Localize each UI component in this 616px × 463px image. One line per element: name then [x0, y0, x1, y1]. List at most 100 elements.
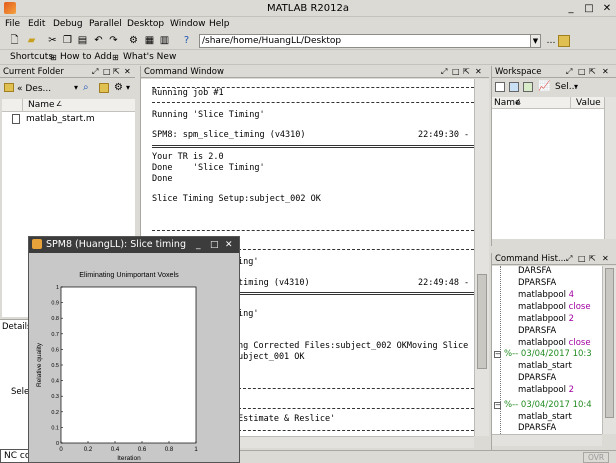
- close-icon[interactable]: ✕: [225, 238, 233, 252]
- history-session-header[interactable]: %-- 03/04/2017 10:3: [504, 349, 592, 360]
- history-text: matlab_start: [518, 412, 572, 422]
- history-item[interactable]: matlabpool close: [518, 338, 591, 349]
- plot-select-icon[interactable]: 📈: [538, 81, 550, 92]
- location-dropdown-icon[interactable]: ▾: [74, 83, 78, 92]
- profiler-icon[interactable]: ▥: [158, 34, 171, 47]
- history-scrollbar[interactable]: [602, 266, 616, 434]
- browse-up-icon[interactable]: …: [545, 35, 557, 47]
- pane-max-icon[interactable]: ⇱: [589, 66, 596, 78]
- pane-max-icon[interactable]: ⇱: [113, 66, 120, 78]
- menu-desktop[interactable]: Desktop: [127, 17, 164, 32]
- pane-min-icon[interactable]: □: [578, 66, 586, 78]
- history-arg: close: [568, 302, 591, 312]
- new-file-icon[interactable]: 🗋: [8, 34, 21, 47]
- pane-min-icon[interactable]: □: [103, 66, 111, 78]
- y-tick-label: 0.3: [51, 394, 59, 400]
- menu-debug[interactable]: Debug: [53, 17, 83, 32]
- column-name-header[interactable]: Name: [28, 100, 55, 110]
- pane-min-icon[interactable]: □: [452, 66, 460, 78]
- history-item[interactable]: DPARSFA: [518, 326, 556, 337]
- open-variable-icon[interactable]: [509, 82, 519, 92]
- history-arg: 4: [568, 290, 575, 300]
- menu-help[interactable]: Help: [209, 17, 230, 32]
- menu-file[interactable]: File: [5, 17, 20, 32]
- pane-max-icon[interactable]: ⇱: [589, 253, 596, 265]
- search-icon[interactable]: ⌕: [83, 82, 89, 93]
- open-folder-icon[interactable]: ▰: [25, 34, 38, 47]
- paste-icon[interactable]: ▤: [76, 34, 89, 47]
- menu-parallel[interactable]: Parallel: [89, 17, 122, 32]
- menu-edit[interactable]: Edit: [28, 17, 45, 32]
- divider: [238, 408, 474, 409]
- minimize-icon[interactable]: _: [564, 2, 578, 15]
- pane-close-icon[interactable]: ✕: [124, 66, 131, 78]
- divider: [152, 230, 474, 231]
- import-data-icon[interactable]: [523, 82, 533, 92]
- pane-undock-icon[interactable]: ⤢: [566, 66, 572, 78]
- pane-min-icon[interactable]: □: [578, 253, 586, 265]
- select-dropdown-icon[interactable]: ▾: [574, 82, 578, 91]
- simulink-icon[interactable]: ⚙: [127, 34, 140, 47]
- y-tick-label: 0.5: [51, 363, 59, 369]
- history-item[interactable]: matlabpool 2: [518, 314, 574, 325]
- history-item[interactable]: matlab_start: [518, 361, 572, 372]
- folder-actions-gear-icon[interactable]: ⚙: [114, 82, 123, 93]
- actions-dropdown-icon[interactable]: ▾: [126, 83, 130, 92]
- command-scrollbar[interactable]: [474, 79, 489, 436]
- new-variable-icon[interactable]: [495, 82, 505, 92]
- scrollbar-thumb[interactable]: [477, 274, 487, 369]
- cut-icon[interactable]: ✂: [46, 34, 59, 47]
- collapse-icon[interactable]: −: [494, 402, 501, 409]
- copy-icon[interactable]: ❐: [61, 34, 74, 47]
- shortcuts-bar: Shortcuts ⊞ How to Add ⊞ What's New: [0, 50, 616, 65]
- path-dropdown-icon[interactable]: ▼: [530, 34, 541, 48]
- whats-new-icon: ⊞: [112, 53, 119, 62]
- maximize-icon[interactable]: □: [582, 2, 596, 15]
- guide-icon[interactable]: ▦: [143, 34, 156, 47]
- pane-max-icon[interactable]: ⇱: [463, 66, 470, 78]
- history-item[interactable]: matlabpool 4: [518, 290, 574, 301]
- scrollbar-thumb[interactable]: [605, 268, 614, 418]
- folder-location[interactable]: « Des...: [17, 84, 51, 94]
- pane-close-icon[interactable]: ✕: [602, 253, 609, 265]
- history-text: matlabpool: [518, 314, 566, 324]
- pane-close-icon[interactable]: ✕: [602, 66, 609, 78]
- maximize-icon[interactable]: □: [210, 238, 219, 252]
- browse-folder-icon[interactable]: [558, 35, 570, 47]
- history-item[interactable]: DPARSFA: [518, 423, 556, 434]
- history-item[interactable]: DPARSFA: [518, 278, 556, 289]
- divider: [238, 388, 474, 389]
- menu-window[interactable]: Window: [170, 17, 206, 32]
- whats-new-link[interactable]: What's New: [123, 52, 176, 62]
- history-item[interactable]: DPARSFA: [518, 373, 556, 384]
- close-icon[interactable]: ✕: [600, 2, 614, 15]
- pane-undock-icon[interactable]: ⤢: [92, 66, 98, 78]
- minimize-icon[interactable]: _: [196, 238, 201, 252]
- redo-icon[interactable]: ↷: [107, 34, 120, 47]
- divider: [238, 292, 474, 295]
- history-session-header[interactable]: %-- 03/04/2017 10:4: [504, 400, 592, 411]
- history-item[interactable]: DARSFA: [518, 266, 551, 277]
- history-item[interactable]: matlabpool close: [518, 302, 591, 313]
- history-item[interactable]: matlab_start: [518, 412, 572, 423]
- current-path-input[interactable]: /share/home/HuangLL/Desktop: [199, 34, 541, 48]
- shortcuts-label[interactable]: Shortcuts: [10, 52, 53, 62]
- spm-titlebar[interactable]: SPM8 (HuangLL): Slice timing _ □ ✕: [29, 237, 239, 253]
- history-item[interactable]: matlabpool 2: [518, 385, 574, 396]
- workspace-scrollbar[interactable]: [604, 97, 616, 239]
- pane-undock-icon[interactable]: ⤢: [441, 66, 447, 78]
- history-arg: 2: [568, 314, 575, 324]
- how-to-add-link[interactable]: How to Add: [60, 52, 112, 62]
- spm-window[interactable]: SPM8 (HuangLL): Slice timing _ □ ✕ Elimi…: [28, 236, 240, 463]
- pane-undock-icon[interactable]: ⤢: [566, 253, 572, 265]
- help-icon[interactable]: ?: [180, 34, 193, 47]
- undo-icon[interactable]: ↶: [92, 34, 105, 47]
- history-text: matlabpool: [518, 385, 566, 395]
- up-folder-icon[interactable]: [99, 83, 109, 93]
- collapse-icon[interactable]: −: [494, 351, 501, 358]
- history-hscrollbar[interactable]: [492, 434, 602, 446]
- y-tick-label: 0.8: [51, 316, 59, 322]
- column-value-header[interactable]: Value: [576, 98, 601, 108]
- pane-close-icon[interactable]: ✕: [475, 66, 482, 78]
- x-axis-label: Iteration: [117, 455, 141, 462]
